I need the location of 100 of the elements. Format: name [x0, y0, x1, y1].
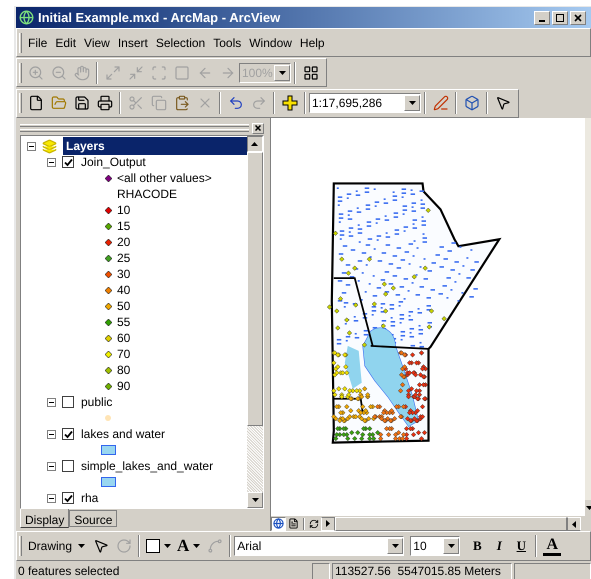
legend-label: 55 — [117, 314, 130, 331]
legend-label: 40 — [117, 282, 130, 299]
legend-label: 25 — [117, 250, 130, 267]
square-icon — [174, 64, 190, 80]
copy-icon — [150, 95, 166, 111]
scale-combo[interactable]: 1:17,695,286 — [309, 93, 421, 113]
layer-checkbox[interactable] — [62, 428, 74, 440]
legend-field-name: RHACODE — [117, 186, 178, 203]
plus-icon — [282, 95, 298, 111]
legend-label: 50 — [117, 298, 130, 315]
dropdown-caret-icon — [408, 101, 416, 105]
zoom-in-icon — [28, 64, 44, 80]
menu-item[interactable]: File — [24, 34, 52, 52]
hand-icon — [74, 64, 90, 80]
menu-item[interactable]: Selection — [152, 34, 210, 52]
menu-item[interactable]: Tools — [209, 34, 246, 52]
blank-page-icon — [28, 95, 44, 111]
undo-icon — [228, 95, 244, 111]
collapse-toggle[interactable] — [47, 158, 56, 166]
font-combo[interactable]: Arial — [234, 536, 404, 556]
collapse-toggle[interactable] — [47, 398, 56, 406]
layer-name[interactable]: Join_Output — [80, 153, 147, 171]
maximize-button[interactable] — [552, 10, 568, 24]
layer-name[interactable]: simple_lakes_and_water — [80, 457, 214, 475]
font-color-button[interactable]: A — [540, 535, 564, 557]
status-message: 0 features selected — [17, 563, 120, 579]
paste-icon — [174, 95, 190, 111]
menu-item[interactable]: View — [80, 34, 114, 52]
panel-tab[interactable]: Source — [69, 510, 118, 527]
legend-label: 90 — [117, 378, 130, 395]
close-button[interactable] — [252, 122, 264, 134]
layer-checkbox[interactable] — [62, 492, 74, 504]
vertical-scrollbar[interactable] — [247, 136, 263, 508]
expand-arrows-icon — [104, 64, 120, 80]
legend-label: 15 — [117, 218, 130, 235]
text-tool-button[interactable]: A — [174, 535, 204, 557]
close-button[interactable] — [570, 10, 586, 24]
close-icon — [255, 125, 261, 131]
legend-label: 20 — [117, 234, 130, 251]
frame-icon — [150, 64, 166, 80]
legend-label: 30 — [117, 266, 130, 283]
panel-tab[interactable]: Display — [20, 509, 70, 528]
select-arrow-icon — [92, 538, 109, 554]
rotate-icon — [116, 538, 132, 554]
up-arrow-icon — [252, 142, 258, 146]
horizontal-scrollbar[interactable] — [321, 516, 581, 530]
collapse-toggle[interactable] — [47, 430, 56, 438]
scissors-icon — [128, 95, 144, 111]
layer-checkbox[interactable] — [62, 396, 74, 408]
caret-icon — [164, 544, 172, 548]
minimize-button[interactable] — [534, 10, 550, 24]
dropdown-caret-icon — [392, 544, 399, 548]
down-arrow-icon — [586, 506, 591, 510]
caret-icon — [78, 544, 86, 548]
legend-label: 70 — [117, 346, 130, 363]
legend-label: 10 — [117, 202, 130, 219]
layer-checkbox[interactable] — [62, 460, 74, 472]
printer-icon — [96, 95, 112, 111]
layer-name[interactable]: lakes and water — [80, 425, 166, 443]
menu-item[interactable]: Window — [245, 34, 296, 52]
dropdown-caret-icon — [448, 544, 455, 548]
maximize-icon — [556, 14, 564, 22]
window-title: Initial Example.mxd - ArcMap - ArcView — [38, 8, 282, 27]
data-view-button[interactable] — [271, 516, 286, 530]
layer-name[interactable]: public — [80, 393, 114, 411]
legend-label: 60 — [117, 330, 130, 347]
dropdown-caret-icon — [278, 70, 286, 74]
vertices-icon — [206, 538, 223, 554]
collapse-toggle[interactable] — [27, 142, 36, 150]
shrink-arrows-icon — [128, 64, 144, 80]
format-button[interactable]: U — [510, 535, 532, 557]
pencil-icon — [432, 95, 448, 111]
caret-icon — [193, 544, 200, 548]
coordinates-readout: 113527.56 5547015.85 Meters — [332, 562, 512, 579]
collapse-toggle[interactable] — [47, 494, 56, 502]
layout-icon — [302, 64, 318, 80]
drawing-menu-button[interactable]: Drawing — [24, 537, 90, 555]
open-folder-icon — [50, 95, 66, 111]
legend-label: 80 — [117, 362, 130, 379]
status-panel — [312, 562, 330, 579]
menu-item[interactable]: Edit — [51, 34, 80, 52]
app-globe-icon — [19, 10, 34, 25]
layer-checkbox[interactable] — [62, 156, 74, 168]
menu-item[interactable]: Insert — [114, 34, 152, 52]
page-icon — [288, 518, 299, 529]
layer-name[interactable]: rha — [80, 489, 100, 507]
collapse-toggle[interactable] — [47, 462, 56, 470]
format-button[interactable]: I — [488, 535, 510, 557]
font-size-combo[interactable]: 10 — [410, 536, 460, 556]
map-vertical-scrollbar[interactable] — [585, 118, 591, 516]
layers-icon — [42, 138, 57, 154]
menu-item[interactable]: Help — [296, 34, 329, 52]
rectangle-icon — [146, 539, 160, 553]
layers-tree-item[interactable]: Layers — [63, 137, 247, 155]
refresh-icon — [309, 518, 319, 528]
down-arrow-icon — [252, 498, 258, 502]
save-icon — [74, 95, 90, 111]
format-button[interactable]: B — [466, 535, 488, 557]
redo-icon — [250, 95, 266, 111]
close-icon — [574, 14, 582, 22]
